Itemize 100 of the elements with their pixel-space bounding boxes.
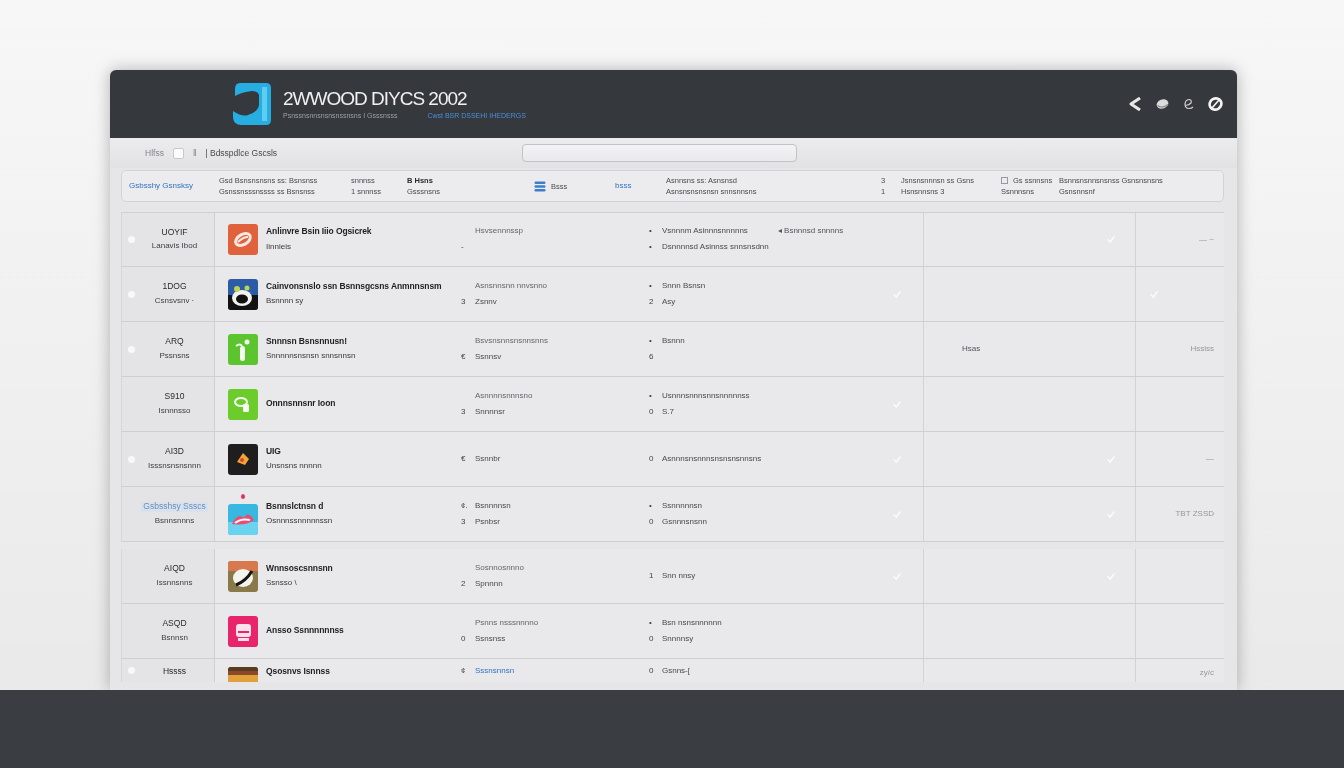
list-marker: 3 [461,517,467,527]
cell-text: Spnnnn [475,579,503,589]
row-code: 1DOG [162,282,187,292]
row-code: ASQD [162,619,187,629]
list-marker: 0 [649,407,655,417]
ticket-tile-icon[interactable] [228,615,258,647]
toolbar-label: Hlfss [145,146,164,160]
cell-text: Hsas [962,343,981,355]
list-marker: • [649,227,653,236]
row-title[interactable]: Wnnsoscsnnsnn [266,563,333,574]
row-code-label: Bsnnsnnns [154,516,195,526]
cell-text: Snnnnsr [475,407,505,417]
loop-tile-icon[interactable] [228,388,258,420]
cell-text: Asnnnnsnnnsno [475,391,533,401]
row-code-label: Bsnnsn [161,633,188,643]
list-marker: 6 [649,352,655,362]
row-title[interactable]: Cainvonsnslo ssn Bsnnsgcsns Anmnnsnsm [266,281,442,292]
slashed-ring-icon[interactable] [1208,97,1223,111]
swirl-icon[interactable] [1183,98,1194,110]
row-code: UOYIF [161,227,188,238]
creature-tile-icon[interactable] [228,278,258,310]
list-marker: • [649,618,653,628]
row-title[interactable]: Bsnnslctnsn d [266,501,333,512]
table-row[interactable]: ASQD Bsnnsn Ansso Ssnnnnnnss Psnns nsssnnnno 0 Ssnsnss • Bsn nsnsnnnnnn 0 Snnnnsy [121,604,1224,659]
table-row[interactable]: 1DOG Csnsvsnv · Cainvonsnslo ssn Bsnnsgcsns Anmnnsnsm Bsnnnn sy Asnsnnsnn nnvsnno 3 Zsnnv • Snnn Bsnsn 2 Asy [121,267,1224,322]
cell-text: Gsnns-[ [662,667,690,676]
chevron-left-icon[interactable] [1129,97,1142,111]
row-title[interactable]: UIG [266,446,322,457]
breadcrumb-text[interactable]: | Bdsspdlce Gscsls [205,146,278,160]
table-row[interactable]: UOYIF Lanavis Ibod Anlinvre Bsin Iiio Ogsicrek Iinnieis Hsvsennnssp - • Vsnnnm Asinnnsnnnnns ◂ Bsnnnsd snnnns • Dsnnnnsd Asinnss snnsnsdnn — ~ [121,212,1224,267]
list-marker: 0 [649,634,655,644]
cell-text: Zsnnv [475,297,497,307]
row-title[interactable]: Anlinvre Bsin Iiio Ogsicrek [266,227,372,237]
row-title[interactable]: Onnnsnnsnr Ioon [266,399,336,409]
cell-text: Ssnsnss [475,634,506,644]
side-text: TBT ZSSD [1175,508,1214,520]
row-subtitle: Snnnnnsnsnsn snnsnnsn [266,352,356,362]
table-row[interactable]: Gsbsshsy Ssscs Bsnnsnnns Bsnnslctnsn d Osnnnssnnnnnssn ¢. Bsnnnnsn 3 Psnbsr • Ssnnnnnsn 0 Gsnnnsnsnn TBT ZSSD [121,487,1224,542]
cell-text: Ssnnnnnsn [662,501,703,511]
separator-mark: ‖ [192,146,197,160]
cell-text: Bsnnnnsn [475,501,511,511]
table-row[interactable]: AIQD Issnnsnns Wnnsoscsnnsnn Ssnsso \ Sosnnosnnno 2 Spnnnn 1 Snn nnsy [121,549,1224,604]
side-text: zy/c [1199,667,1214,679]
list-marker: € [461,352,467,362]
cell-text: Snn nnsy [662,571,696,581]
row-code-label: Isssnsnsnsnnn [148,461,201,471]
row-subtitle: Osnnnssnnnnnssn [266,517,333,527]
sprout-tile-icon[interactable] [228,333,258,365]
table-row[interactable]: ARQ Pssnsns Snnnsn Bsnsnnusn! Snnnnnsnsnsn snnsnnsn Bsvsnsnnsnsnnsnns € Ssnnsv • Bsnnn 6 Hsas Hsslss [121,322,1224,377]
list-marker: 3 [461,297,467,307]
search-field[interactable] [522,144,797,162]
row-code: ARQ [165,337,184,347]
cell-link[interactable]: Sssnsnnsn [475,667,515,676]
list-marker: ¢ [461,667,467,676]
checkbox[interactable] [172,147,184,159]
app-title: 2WWOOD DIYCS 2002 [283,89,468,108]
list-marker: - [461,243,465,252]
list-marker: • [649,501,653,511]
swirl-tile-icon[interactable] [228,224,258,255]
cell-note: ◂ Bsnnnsd snnnns [777,227,844,236]
logo-icon [232,81,272,127]
cell-text: Gsnnnsnsnn [662,517,707,527]
row-title[interactable]: Snnnsn Bsnsnnusn! [266,336,356,347]
table-row[interactable]: S910 Isnnnsso Onnnsnnsnr Ioon Asnnnnsnnnsno 3 Snnnnsr • Usnnnsnnnsnnsnnnnnss 0 S.7 [121,377,1224,432]
row-code: AIQD [164,564,185,574]
row-title[interactable]: Ansso Ssnnnnnnss [266,626,344,636]
row-subtitle: Unsnsns nnnnn [266,462,322,472]
list-marker: € [461,454,467,464]
cell-text: Snnnnsy [662,634,694,644]
cell-text: S.7 [662,407,674,417]
stack-icon[interactable] [534,180,546,192]
list-marker: 0 [461,634,467,644]
diamond-tile-icon[interactable] [228,443,258,475]
row-code: AI3D [165,447,184,457]
cell-text: Psnns nsssnnnno [475,618,539,628]
table-row[interactable]: AI3D Isssnsnsnsnnn UIG Unsnsns nnnnn € Ssnnbr 0 Asnnnsnsnnnsnsnsnsnnsns — [121,432,1224,487]
list-marker: ¢. [461,501,469,511]
row-code: Gsbsshsy Ssscs [141,502,208,512]
row-code-label: Issnnsnns [156,578,193,588]
list-marker: 0 [649,667,655,676]
filter-link[interactable]: bsss [615,181,666,191]
row-subtitle: Ssnsso \ [266,579,298,589]
list-marker: • [649,391,653,401]
list-marker: 3 [461,407,467,417]
row-subtitle: Bsnnnn sy [266,297,305,307]
list-marker: • [649,281,653,291]
row-code-label: Csnsvsnv · [154,296,195,306]
list-marker: 2 [649,297,655,307]
lips-tile-icon[interactable] [228,503,258,535]
row-title[interactable]: Qsosnvs Isnnss [266,667,330,677]
capsule-icon[interactable] [1156,98,1169,110]
list-marker: 1 [649,571,655,581]
filter-link[interactable]: Gsbsshy Gsnsksy [129,181,219,191]
stripes-tile-icon[interactable] [228,667,258,682]
list-marker: • [649,336,653,346]
cell-text: Bsn nsnsnnnnnn [662,618,722,628]
ball-tile-icon[interactable] [228,560,258,592]
row-code: S910 [164,392,185,402]
cell-text: Ssnnbr [475,454,501,464]
cell-text: Hsvsennnssp [475,227,524,236]
